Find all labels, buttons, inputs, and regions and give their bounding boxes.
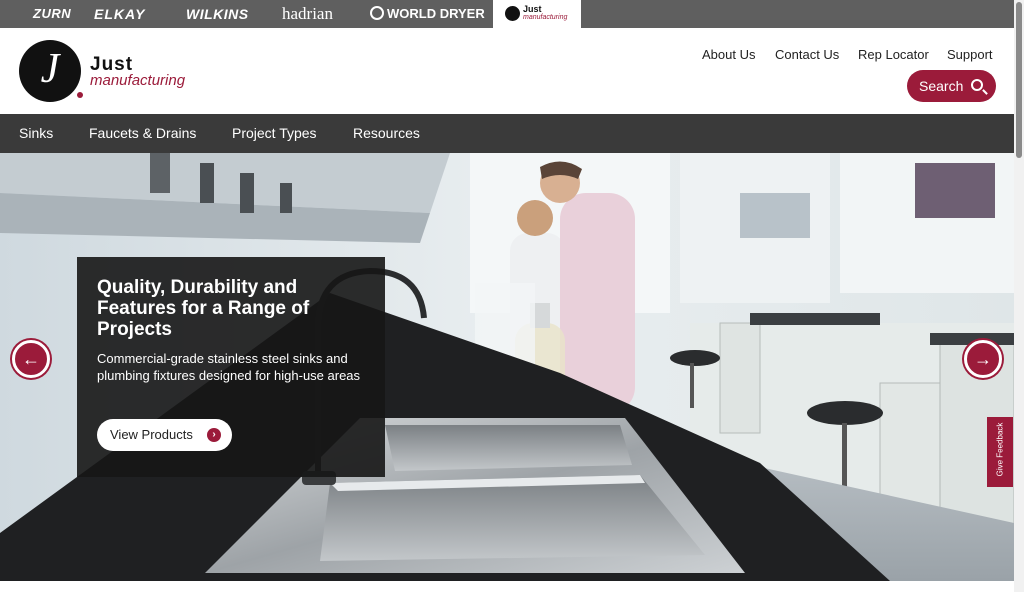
page-bottom-strip xyxy=(0,581,1014,592)
nav-item-faucets-drains[interactable]: Faucets & Drains xyxy=(89,114,196,153)
search-button-label: Search xyxy=(919,78,964,94)
search-button[interactable]: Search xyxy=(907,70,996,102)
carousel-next-button[interactable]: → xyxy=(964,340,1002,378)
nav-item-project-types[interactable]: Project Types xyxy=(232,114,317,153)
contact-us-link[interactable]: Contact Us xyxy=(775,47,839,62)
view-products-button[interactable]: View Products › xyxy=(97,419,232,451)
hero-carousel: Quality, Durability and Features for a R… xyxy=(0,153,1014,581)
brand-world-dryer-link[interactable]: WORLD DRYER xyxy=(370,0,485,28)
world-dryer-globe-icon xyxy=(370,6,384,20)
give-feedback-tab[interactable]: Give Feedback xyxy=(987,417,1013,487)
nav-item-resources[interactable]: Resources xyxy=(353,114,420,153)
vertical-scrollbar[interactable] xyxy=(1014,0,1024,592)
rep-locator-link[interactable]: Rep Locator xyxy=(858,47,929,62)
about-us-link[interactable]: About Us xyxy=(702,47,755,62)
arrow-left-icon: ← xyxy=(22,349,40,369)
support-link[interactable]: Support xyxy=(947,47,993,62)
brand-just-tab[interactable]: Just manufacturing xyxy=(493,0,581,28)
hero-title: Quality, Durability and Features for a R… xyxy=(97,277,310,340)
view-products-label: View Products xyxy=(110,427,193,442)
chevron-right-icon: › xyxy=(207,428,221,442)
search-icon xyxy=(971,79,983,91)
carousel-prev-button[interactable]: ← xyxy=(12,340,50,378)
hero-description: Commercial-grade stainless steel sinks a… xyxy=(97,351,361,383)
brand-zurn-link[interactable]: ZURN xyxy=(33,0,71,28)
brand-world-dryer-label: WORLD DRYER xyxy=(387,6,485,21)
brand-bar: ZURN ELKAY WILKINS hadrian WORLD DRYER J… xyxy=(0,0,1014,28)
arrow-right-icon: → xyxy=(974,349,992,369)
brand-wilkins-link[interactable]: WILKINS xyxy=(186,0,249,28)
brand-elkay-link[interactable]: ELKAY xyxy=(94,0,145,28)
logo-j-glyph: J xyxy=(40,46,60,92)
site-header: J Just manufacturing About Us Contact Us… xyxy=(0,28,1014,114)
brand-hadrian-link[interactable]: hadrian xyxy=(282,0,333,28)
main-nav: Sinks Faucets & Drains Project Types Res… xyxy=(0,114,1014,153)
mini-logo-just: Just xyxy=(523,4,542,14)
logo-manufacturing-text: manufacturing xyxy=(90,72,186,89)
scrollbar-thumb[interactable] xyxy=(1016,2,1022,158)
just-mini-logo-icon xyxy=(505,6,520,21)
mini-logo-manufacturing: manufacturing xyxy=(523,14,568,21)
page: ZURN ELKAY WILKINS hadrian WORLD DRYER J… xyxy=(0,0,1024,592)
hero-card: Quality, Durability and Features for a R… xyxy=(77,257,385,477)
give-feedback-label: Give Feedback xyxy=(995,422,1005,477)
just-logo-icon: J xyxy=(19,40,83,102)
logo-dot xyxy=(77,92,83,98)
nav-item-sinks[interactable]: Sinks xyxy=(19,114,53,153)
